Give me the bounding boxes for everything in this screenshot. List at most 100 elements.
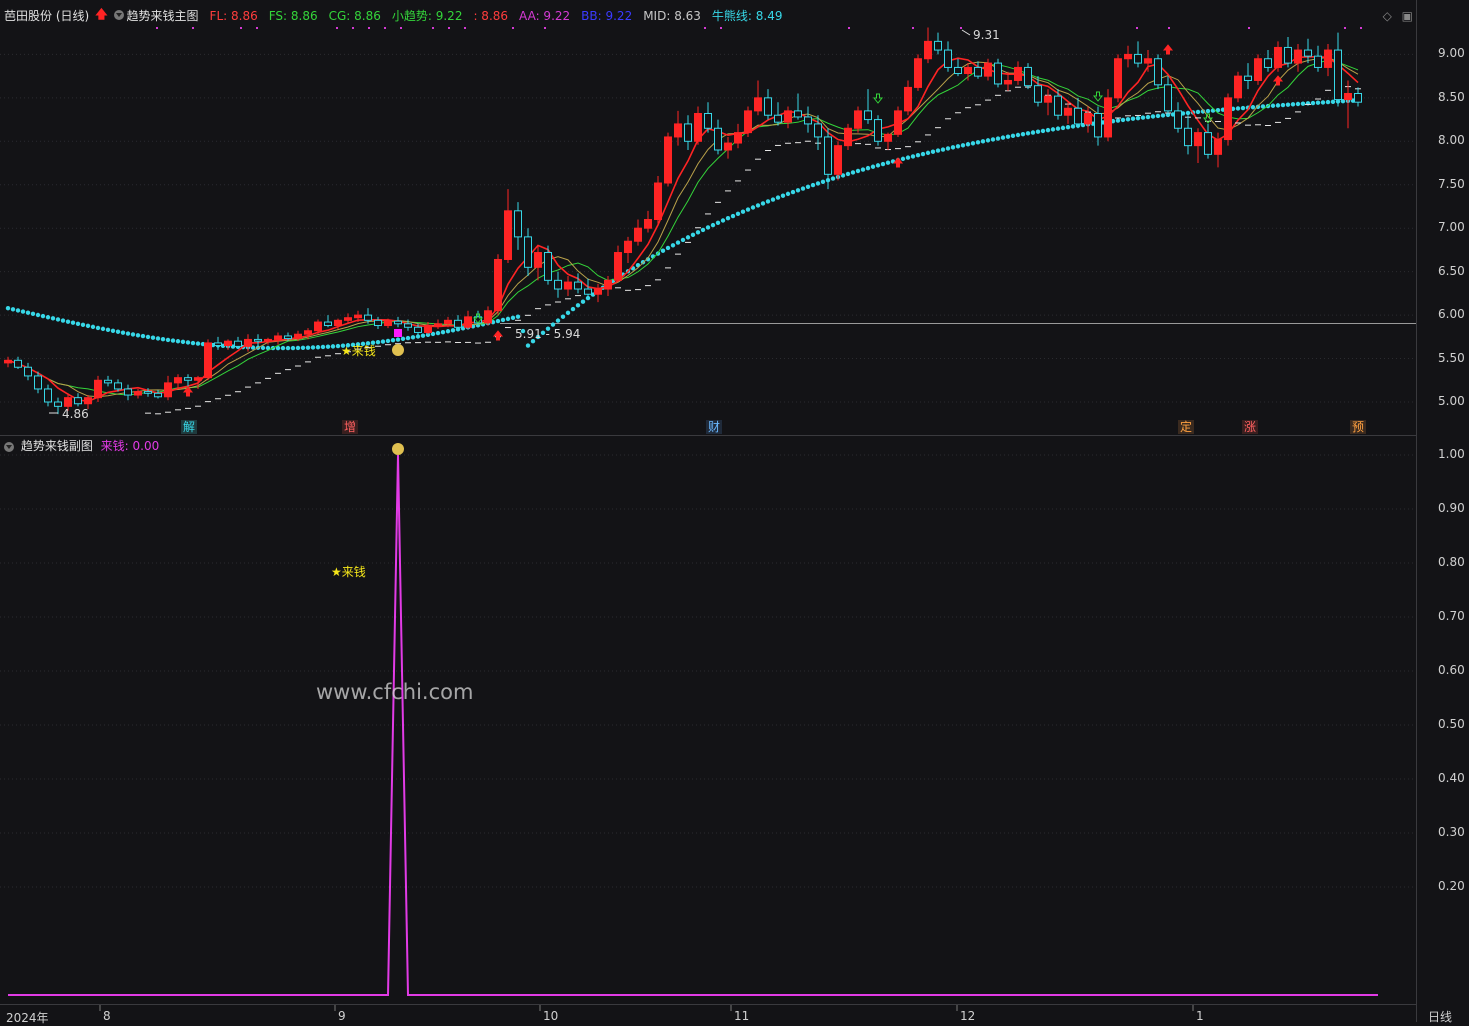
candle-body (834, 145, 842, 175)
bull-bear-dot (190, 340, 196, 346)
bull-bear-dot (820, 179, 826, 184)
candle-body (1014, 66, 1022, 81)
candle-body (254, 338, 262, 342)
candle-body (264, 338, 272, 342)
candle-body (924, 40, 932, 60)
candle-body (1334, 49, 1342, 101)
event-marker[interactable]: 预 (1350, 420, 1367, 434)
bull-bear-dot (945, 146, 951, 151)
x-tick: 11 (734, 1009, 750, 1023)
bull-bear-dot (830, 176, 836, 181)
signal-dot (720, 27, 722, 29)
bull-bear-dot (315, 345, 321, 350)
candle-body (344, 317, 352, 321)
bull-bear-dot (800, 186, 806, 191)
signal-dot (1136, 27, 1138, 29)
candle-body (1094, 112, 1102, 138)
bull-bear-dot (35, 312, 41, 318)
candle-body (4, 359, 12, 364)
event-marker[interactable]: 定 (1178, 420, 1195, 434)
candle-body (1214, 139, 1222, 155)
bull-bear-dot (1290, 102, 1296, 107)
bull-bear-dot (810, 182, 816, 188)
candle-body (874, 119, 882, 142)
candle-body (774, 114, 782, 123)
candle-body (1344, 93, 1352, 101)
bull-bear-dot (110, 328, 116, 333)
period-label[interactable]: 日线 (1428, 1008, 1452, 1025)
bull-bear-dot (555, 318, 561, 323)
signal-dot (256, 27, 258, 29)
candle-body (704, 112, 712, 129)
bull-bear-dot (450, 328, 456, 333)
candle-body (564, 281, 572, 290)
event-marker[interactable]: 涨 (1242, 420, 1259, 434)
candle-body (1314, 55, 1322, 68)
signal-square (394, 329, 402, 337)
signal-dot (1168, 27, 1170, 29)
bull-bear-dot (335, 343, 341, 349)
bull-bear-dot (1050, 127, 1056, 132)
sub-y-tick: 0.20 (1438, 879, 1465, 893)
event-marker[interactable]: 增 (342, 420, 359, 434)
bull-bear-dot (410, 335, 416, 340)
bull-bear-dot (1020, 131, 1026, 137)
signal-dot (400, 27, 402, 29)
bull-bear-dot (680, 237, 686, 243)
bull-bear-dot (805, 184, 811, 189)
bull-bear-dot (860, 167, 866, 172)
signal-dot (912, 27, 914, 29)
bull-bear-dot (25, 310, 31, 315)
candle-body (604, 279, 612, 290)
price-chart-canvas[interactable]: 9.31 4.86 5.91 - 5.94 ★来钱 ★来钱 (0, 0, 1416, 1022)
candle-body (84, 397, 92, 405)
bull-bear-dot (695, 230, 701, 235)
buy-arrow-icon (492, 330, 504, 341)
bull-bear-dot (1195, 109, 1201, 115)
bull-bear-dot (395, 337, 401, 342)
bull-bear-dot (45, 315, 51, 320)
main-y-tick: 5.00 (1438, 394, 1465, 408)
candle-body (1084, 112, 1092, 125)
sell-arrow-icon (872, 93, 884, 104)
bull-bear-dot (755, 203, 761, 208)
candle-body (644, 219, 652, 229)
bull-bear-dot (870, 164, 876, 169)
bull-bear-dot (80, 322, 86, 328)
bull-bear-dot (405, 335, 411, 341)
candle-body (824, 136, 832, 175)
candle-body (384, 320, 392, 327)
bull-bear-dot (420, 333, 426, 338)
signal-dot (448, 27, 450, 29)
candle-body (1004, 79, 1012, 85)
event-marker[interactable]: 财 (706, 420, 723, 434)
bull-bear-dot (70, 320, 76, 325)
sell-arrow-icon (1092, 91, 1104, 102)
bull-bear-dot (1115, 118, 1121, 123)
bull-bear-dot (575, 303, 581, 308)
bull-bear-dot (1295, 101, 1301, 107)
candle-body (694, 112, 702, 142)
bull-bear-dot (155, 336, 161, 341)
bull-bear-dot (1235, 106, 1241, 111)
main-y-tick: 8.00 (1438, 133, 1465, 148)
bull-bear-dot (760, 201, 766, 206)
candle-body (524, 236, 532, 268)
bull-bear-dot (40, 313, 46, 319)
candle-body (894, 110, 902, 135)
event-marker[interactable]: 解 (181, 420, 198, 434)
bull-bear-dot (1025, 131, 1031, 136)
candle-body (664, 136, 672, 184)
candle-body (754, 97, 762, 112)
candle-body (1144, 58, 1152, 64)
candle-body (1024, 66, 1032, 87)
bull-bear-dot (1320, 100, 1326, 105)
bull-bear-dot (765, 199, 771, 204)
bull-bear-dot (675, 240, 681, 245)
bull-bear-dot (665, 245, 671, 251)
candle-body (544, 252, 552, 281)
candle-body (1304, 49, 1312, 57)
candle-body (654, 182, 662, 221)
candle-body (24, 366, 32, 377)
main-y-tick: 7.00 (1438, 220, 1465, 235)
